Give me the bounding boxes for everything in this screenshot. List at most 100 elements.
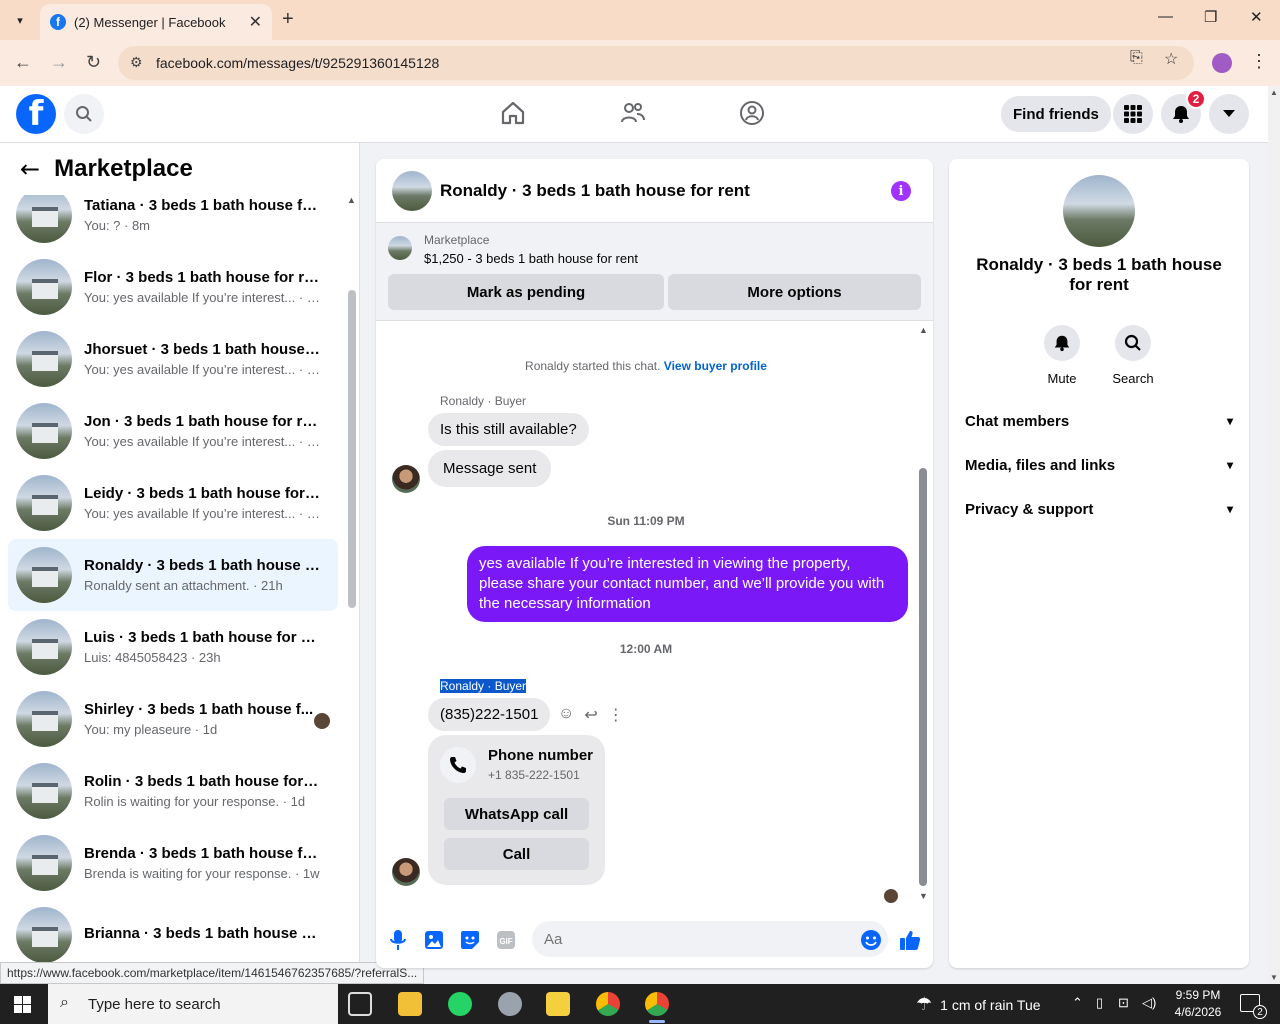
- conversation-item[interactable]: Leidy · 3 beds 1 bath house for r... You:…: [8, 467, 338, 539]
- conversation-item[interactable]: Ronaldy · 3 beds 1 bath house fo... Ronal…: [8, 539, 338, 611]
- tab-search-dropdown[interactable]: ▾: [8, 8, 32, 32]
- call-button[interactable]: Call: [444, 838, 589, 870]
- tab-close-icon[interactable]: ✕: [249, 12, 262, 32]
- mute-label: Mute: [1047, 371, 1077, 386]
- home-nav-icon[interactable]: [500, 100, 526, 129]
- emoji-icon[interactable]: [859, 928, 883, 952]
- minimize-icon[interactable]: —: [1158, 8, 1173, 25]
- friends-nav-icon[interactable]: [620, 100, 646, 129]
- task-view-icon[interactable]: [348, 992, 372, 1016]
- page-scrollbar[interactable]: ▲ ▼: [1268, 86, 1280, 984]
- scroll-up-icon[interactable]: ▲: [919, 325, 928, 335]
- notification-center-icon[interactable]: 2: [1240, 994, 1267, 1019]
- site-info-icon[interactable]: ⚙: [130, 54, 143, 71]
- message-input[interactable]: [532, 921, 888, 957]
- new-tab-icon[interactable]: +: [282, 8, 294, 31]
- conversation-text: Brenda · 3 beds 1 bath house for... Brend…: [84, 845, 320, 881]
- listing-banner: Marketplace $1,250 - 3 beds 1 bath house…: [376, 223, 933, 321]
- search-label: Search: [1112, 371, 1154, 386]
- section-chat-members[interactable]: Chat members ▾: [965, 403, 1233, 439]
- reload-icon[interactable]: ↻: [86, 52, 101, 73]
- tray-chevron-up-icon[interactable]: ⌃: [1072, 995, 1083, 1011]
- app-icon[interactable]: [498, 992, 522, 1016]
- conversation-avatar: [16, 619, 72, 675]
- conversation-item[interactable]: Brenda · 3 beds 1 bath house for... Brend…: [8, 827, 338, 899]
- browser-tabbar: ▾ f (2) Messenger | Facebook ✕ + — ❐ ✕: [0, 0, 1280, 40]
- forward-icon[interactable]: →: [50, 52, 68, 73]
- bookmark-star-icon[interactable]: ☆: [1164, 49, 1178, 69]
- groups-nav-icon[interactable]: [739, 100, 765, 129]
- whatsapp-call-button[interactable]: WhatsApp call: [444, 798, 589, 830]
- outgoing-message[interactable]: yes available If you’re interested in vi…: [467, 546, 908, 622]
- scrollbar-thumb[interactable]: [919, 468, 927, 886]
- windows-start-icon[interactable]: [14, 996, 31, 1013]
- chrome-active-icon[interactable]: [645, 992, 669, 1016]
- chat-avatar[interactable]: [392, 170, 432, 211]
- file-explorer-icon[interactable]: [398, 992, 422, 1016]
- microphone-icon[interactable]: [386, 928, 410, 952]
- message-thread: Ronaldy started this chat. View buyer pr…: [376, 321, 933, 901]
- conversation-item[interactable]: Brianna · 3 beds 1 bath house fo...: [8, 899, 338, 971]
- whatsapp-icon[interactable]: [448, 992, 472, 1016]
- window-close-icon[interactable]: ✕: [1250, 8, 1263, 26]
- conversation-item[interactable]: Jhorsuet · 3 beds 1 bath house f... You: …: [8, 323, 338, 395]
- sticker-icon[interactable]: [458, 928, 482, 952]
- back-arrow-icon[interactable]: ←: [20, 155, 40, 183]
- section-privacy-support[interactable]: Privacy & support ▾: [965, 491, 1233, 527]
- conversation-item[interactable]: Jon · 3 beds 1 bath house for rent You: y…: [8, 395, 338, 467]
- profile-avatar[interactable]: [1063, 175, 1135, 247]
- account-button[interactable]: [1209, 94, 1249, 134]
- install-app-icon[interactable]: ⎘: [1130, 49, 1143, 67]
- incoming-message[interactable]: (835)222-1501: [428, 698, 551, 731]
- sticky-notes-icon[interactable]: [546, 992, 570, 1016]
- mark-as-pending-button[interactable]: Mark as pending: [388, 274, 664, 310]
- sender-avatar[interactable]: [392, 858, 420, 886]
- menu-grid-button[interactable]: [1113, 94, 1153, 134]
- message-scrollbar[interactable]: ▲ ▼: [916, 325, 930, 901]
- incoming-message[interactable]: Is this still available?: [428, 413, 589, 446]
- weather-widget[interactable]: ☂ 1 cm of rain Tue: [916, 994, 1041, 1015]
- incoming-message[interactable]: Message sent: [428, 450, 552, 487]
- taskbar-clock[interactable]: 9:59 PM 4/6/2026: [1166, 987, 1230, 1021]
- browser-profile-avatar[interactable]: [1212, 53, 1232, 73]
- scroll-down-icon[interactable]: ▼: [919, 891, 928, 901]
- taskbar-search-box[interactable]: ⌕ Type here to search: [48, 984, 338, 1024]
- reply-icon[interactable]: ↩: [584, 705, 597, 725]
- sender-avatar[interactable]: [392, 465, 420, 493]
- scrollbar-thumb[interactable]: [348, 290, 356, 608]
- mute-button[interactable]: Mute: [1032, 325, 1092, 386]
- more-actions-icon[interactable]: ⋮: [608, 705, 624, 725]
- conversation-info-icon[interactable]: i: [891, 181, 911, 201]
- chat-title[interactable]: Ronaldy · 3 beds 1 bath house for rent: [440, 181, 750, 201]
- conversation-item[interactable]: Flor · 3 beds 1 bath house for rent You: …: [8, 251, 338, 323]
- section-media-files-links[interactable]: Media, files and links ▾: [965, 447, 1233, 483]
- facebook-logo-icon[interactable]: f: [16, 94, 56, 134]
- conversation-list-scrollbar[interactable]: ▲: [346, 195, 358, 984]
- browser-tab-messenger[interactable]: f (2) Messenger | Facebook ✕: [40, 4, 272, 40]
- restore-icon[interactable]: ❐: [1204, 8, 1217, 26]
- conversation-item[interactable]: Luis · 3 beds 1 bath house for rent Luis:…: [8, 611, 338, 683]
- scroll-up-icon[interactable]: ▲: [347, 195, 356, 205]
- volume-icon[interactable]: ◁): [1142, 995, 1156, 1011]
- facebook-search-button[interactable]: [64, 94, 104, 134]
- photo-icon[interactable]: [422, 928, 446, 952]
- search-in-conversation-button[interactable]: Search: [1103, 325, 1163, 386]
- scroll-down-icon[interactable]: ▼: [1270, 973, 1278, 982]
- device-icon[interactable]: ▯: [1096, 995, 1103, 1011]
- listing-thumbnail[interactable]: [388, 236, 412, 260]
- react-icon[interactable]: ☺: [558, 705, 574, 725]
- network-icon[interactable]: ⊡: [1118, 995, 1129, 1011]
- view-buyer-profile-link[interactable]: View buyer profile: [664, 359, 767, 373]
- listing-price[interactable]: $1,250 - 3 beds 1 bath house for rent: [424, 251, 638, 266]
- back-icon[interactable]: ←: [14, 52, 32, 73]
- address-bar[interactable]: ⚙ facebook.com/messages/t/92529136014512…: [118, 46, 1194, 80]
- scroll-up-icon[interactable]: ▲: [1270, 88, 1278, 97]
- like-icon[interactable]: [898, 928, 922, 952]
- chrome-icon[interactable]: [596, 992, 620, 1016]
- browser-menu-icon[interactable]: ⋮: [1250, 51, 1268, 72]
- more-options-button[interactable]: More options: [668, 274, 921, 310]
- conversation-item[interactable]: Shirley · 3 beds 1 bath house f... You: m…: [8, 683, 338, 755]
- gif-icon[interactable]: GIF: [494, 928, 518, 952]
- find-friends-button[interactable]: Find friends: [1001, 96, 1111, 132]
- conversation-item[interactable]: Rolin · 3 beds 1 bath house for r... Roli…: [8, 755, 338, 827]
